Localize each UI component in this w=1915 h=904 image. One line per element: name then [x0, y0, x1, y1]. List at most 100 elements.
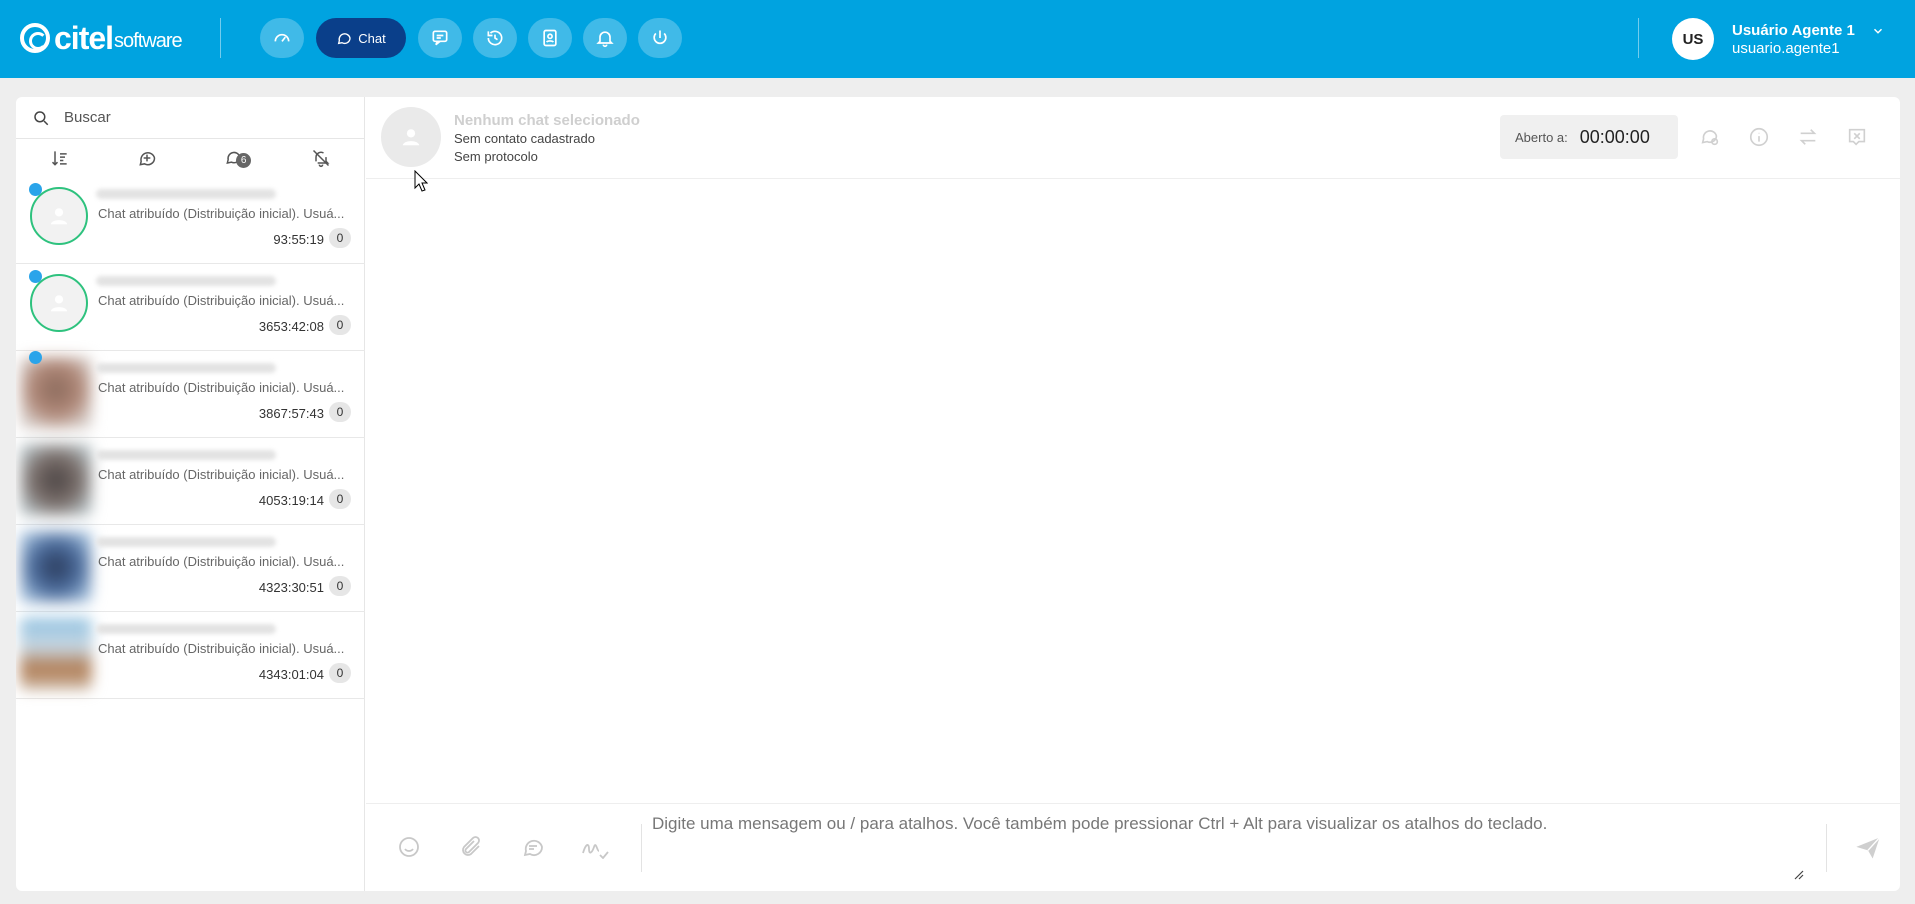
dashboard-icon — [274, 33, 290, 42]
unread-count-badge: 0 — [329, 576, 351, 596]
quick-reply-icon — [523, 839, 543, 857]
chat-elapsed-time: 4343:01:04 — [258, 667, 324, 682]
chat-list: Chat atribuído (Distribuição inicial). U… — [16, 177, 365, 699]
brand-suffix: software — [114, 29, 183, 52]
composer-divider — [1826, 824, 1827, 872]
paperclip-icon — [462, 836, 480, 856]
nav-logout-button[interactable] — [638, 18, 682, 58]
unread-count-badge: 0 — [329, 402, 351, 422]
signature-button[interactable] — [580, 832, 610, 862]
search-icon — [34, 110, 49, 125]
contact-avatar — [30, 187, 88, 245]
nav-contacts-button[interactable] — [528, 18, 572, 58]
filter-chats-button[interactable]: 6 — [219, 144, 252, 172]
search-input[interactable] — [64, 109, 344, 126]
open-time-box: Aberto a: 00:00:00 — [1500, 115, 1678, 159]
filter-sort-button[interactable] — [45, 144, 75, 172]
quick-reply-button[interactable] — [518, 832, 548, 862]
resize-grip-icon[interactable] — [1790, 866, 1804, 880]
topbar-divider — [220, 18, 221, 58]
logo-mark-icon — [20, 23, 50, 53]
user-icon — [402, 129, 420, 146]
bell-icon — [596, 31, 614, 48]
protocol-status: Sem protocolo — [454, 149, 538, 164]
filter-muted-button[interactable] — [306, 144, 336, 172]
user-menu[interactable]: US Usuário Agente 1 usuario.agente1 — [1672, 18, 1885, 60]
contact-name-redacted — [96, 363, 276, 373]
open-time-label: Aberto a: — [1515, 129, 1568, 145]
chat-sidebar: 6 Chat atribuído (Distribuição inicial).… — [16, 97, 365, 891]
topbar-divider — [1638, 18, 1639, 58]
chat-list-item[interactable]: Chat atribuído (Distribuição inicial). U… — [16, 177, 365, 264]
main-panel: 6 Chat atribuído (Distribuição inicial).… — [16, 97, 1900, 891]
chat-elapsed-time: 3653:42:08 — [258, 319, 324, 334]
message-square-icon — [432, 30, 448, 46]
chat-preview: Chat atribuído (Distribuição inicial). U… — [98, 380, 345, 395]
chat-list-item[interactable]: Chat atribuído (Distribuição inicial). U… — [16, 264, 365, 351]
nav-dashboard-button[interactable] — [260, 18, 304, 58]
top-bar: citel software Chat US Usuário Agente 1 … — [0, 0, 1915, 78]
chat-preview: Chat atribuído (Distribuição inicial). U… — [98, 554, 345, 569]
mouse-cursor-icon — [414, 170, 428, 192]
chats-count-badge: 6 — [236, 153, 252, 168]
message-input[interactable] — [652, 814, 1812, 884]
user-icon — [50, 208, 68, 225]
signature-icon — [582, 844, 609, 859]
chat-preview: Chat atribuído (Distribuição inicial). U… — [98, 467, 345, 482]
contact-name-redacted — [96, 624, 276, 634]
chat-list-item[interactable]: Chat atribuído (Distribuição inicial). U… — [16, 525, 365, 612]
filter-new-chat-button[interactable] — [132, 144, 162, 172]
chat-header: Nenhum chat selecionado Sem contato cada… — [366, 97, 1900, 179]
chat-title: Nenhum chat selecionado — [454, 112, 640, 129]
chat-settings-icon — [1701, 130, 1719, 146]
attach-button[interactable] — [456, 832, 486, 862]
contact-avatar — [30, 274, 88, 332]
chat-list-item[interactable]: Chat atribuído (Distribuição inicial). U… — [16, 438, 365, 525]
user-info: Usuário Agente 1 usuario.agente1 — [1732, 22, 1855, 57]
chat-elapsed-time: 93:55:19 — [273, 232, 324, 247]
contact-photo-blurred — [20, 444, 92, 516]
emoji-icon — [399, 837, 419, 857]
brand-logo[interactable]: citel software — [20, 18, 183, 58]
header-contact-avatar — [381, 107, 441, 167]
header-info-button[interactable] — [1747, 125, 1771, 149]
transfer-icon — [1799, 129, 1817, 145]
chat-elapsed-time: 4323:30:51 — [258, 580, 324, 595]
contact-status: Sem contato cadastrado — [454, 131, 595, 146]
header-chat-settings-button[interactable] — [1698, 125, 1722, 149]
unread-indicator — [29, 270, 42, 283]
power-icon — [653, 30, 667, 45]
chevron-down-icon[interactable] — [1871, 24, 1885, 38]
send-button[interactable] — [1851, 831, 1885, 865]
unread-indicator — [29, 351, 42, 364]
contact-name-redacted — [96, 537, 276, 547]
close-chat-icon — [1848, 128, 1866, 146]
nav-chat-button[interactable]: Chat — [316, 18, 406, 58]
nav-notifications-button[interactable] — [583, 18, 627, 58]
chat-list-item[interactable]: Chat atribuído (Distribuição inicial). U… — [16, 612, 365, 699]
emoji-button[interactable] — [394, 832, 424, 862]
filter-bar: 6 — [16, 140, 365, 176]
chat-list-item[interactable]: Chat atribuído (Distribuição inicial). U… — [16, 351, 365, 438]
contact-photo-blurred — [20, 618, 92, 690]
user-icon — [50, 295, 68, 312]
info-icon — [1749, 127, 1769, 147]
chat-preview: Chat atribuído (Distribuição inicial). U… — [98, 641, 345, 656]
unread-indicator — [29, 183, 42, 196]
chat-preview: Chat atribuído (Distribuição inicial). U… — [98, 293, 345, 308]
nav-chat-label: Chat — [358, 30, 386, 46]
contact-name-redacted — [96, 189, 276, 199]
brand-name: citel — [54, 19, 114, 56]
nav-history-button[interactable] — [473, 18, 517, 58]
header-transfer-button[interactable] — [1796, 125, 1820, 149]
chat-elapsed-time: 3867:57:43 — [258, 406, 324, 421]
contact-name-redacted — [96, 276, 276, 286]
unread-count-badge: 0 — [329, 228, 351, 248]
header-close-chat-button[interactable] — [1845, 125, 1869, 149]
unread-count-badge: 0 — [329, 315, 351, 335]
new-chat-icon — [139, 152, 156, 166]
nav-messages-button[interactable] — [418, 18, 462, 58]
unread-count-badge: 0 — [329, 489, 351, 509]
contact-photo-blurred — [20, 357, 92, 429]
message-composer — [366, 803, 1900, 891]
